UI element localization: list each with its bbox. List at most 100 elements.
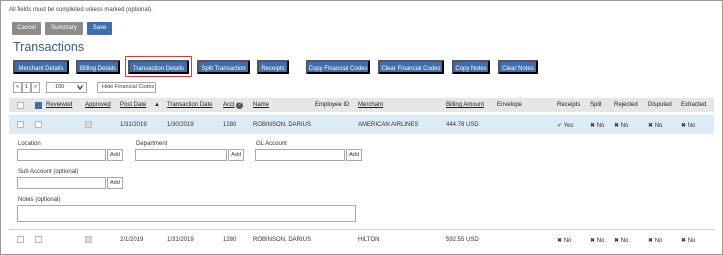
merchant-cell: HILTON (358, 237, 380, 243)
row-approved-checkbox (85, 121, 92, 128)
x-icon: ✖ (648, 123, 654, 129)
department-add-button[interactable]: Add (228, 149, 244, 161)
active-tab-highlight (125, 56, 192, 77)
column-merchant[interactable]: Merchant (358, 102, 383, 108)
acct-cell: 1280 (223, 122, 237, 128)
merchant-cell: AMERICAN AIRLINES (358, 122, 419, 128)
name-cell: ROBINSON, DARIUS (253, 122, 312, 128)
summary-button[interactable]: Summary (45, 22, 83, 35)
split-value: No (596, 238, 605, 244)
sub-account-input[interactable] (17, 177, 106, 189)
save-button[interactable]: Save (87, 22, 112, 35)
help-icon[interactable]: ? (236, 102, 243, 109)
x-icon: ✖ (681, 238, 687, 244)
receipts-cell: ✖ No (557, 237, 571, 244)
x-icon: ✖ (648, 238, 654, 244)
department-input[interactable] (135, 149, 227, 161)
column-post-date[interactable]: Post Date (120, 102, 146, 108)
row-select-checkbox[interactable] (17, 121, 24, 128)
acct-cell: 1280 (223, 237, 237, 243)
pager-next-button[interactable]: > (31, 82, 40, 93)
transaction-date-cell: 1/31/2019 (167, 237, 194, 243)
rejected-cell: ✖ No (614, 122, 628, 129)
disputed-value: No (654, 238, 663, 244)
chevron-down-icon (77, 85, 83, 90)
notes-textarea[interactable] (17, 205, 356, 222)
gl-account-input[interactable] (255, 149, 345, 161)
required-fields-notice: All fields must be completed unless mark… (9, 7, 153, 13)
tab-copy-notes[interactable]: Copy Notes (452, 60, 490, 74)
checkmark-icon: ✔ (557, 123, 563, 129)
cancel-button[interactable]: Cancel (12, 22, 41, 35)
x-icon: ✖ (590, 238, 596, 244)
column-rejected: Rejected (614, 102, 638, 108)
page-size-value: 100 (55, 84, 65, 90)
split-value: No (596, 123, 605, 129)
tab-split-transaction[interactable]: Split Transaction (197, 60, 250, 74)
location-label: Location (18, 141, 41, 147)
transactions-panel: All fields must be completed unless mark… (0, 0, 723, 255)
x-icon: ✖ (614, 238, 620, 244)
gl-account-add-button[interactable]: Add (346, 149, 362, 161)
page-title: Transactions (13, 40, 85, 54)
column-envelope: Envelope (497, 102, 523, 108)
row-divider (9, 229, 714, 230)
extracted-value: No (687, 123, 696, 129)
split-cell: ✖ No (590, 122, 604, 129)
reviewed-all-checkbox[interactable] (35, 102, 42, 109)
column-receipts: Receipts (557, 102, 581, 108)
tab-clear-financial-codes[interactable]: Clear Financial Codes (378, 60, 444, 74)
tab-copy-financial-codes[interactable]: Copy Financial Codes (306, 60, 370, 74)
tab-clear-notes[interactable]: Clear Notes (498, 60, 538, 74)
sub-account-label: Sub Account (optional) (18, 169, 79, 175)
rejected-value: No (620, 123, 629, 129)
column-acct[interactable]: Acct (223, 102, 235, 108)
pager-prev-button[interactable]: < (13, 82, 22, 93)
column-approved[interactable]: Approved (85, 102, 111, 108)
extracted-value: No (687, 238, 696, 244)
receipts-value: Yes (563, 123, 574, 129)
x-icon: ✖ (614, 123, 620, 129)
page-size-select[interactable]: 100 (46, 82, 87, 93)
pager-page-number[interactable]: 1 (22, 82, 31, 93)
extracted-cell: ✖ No (681, 237, 695, 244)
receipts-cell: ✔ Yes (557, 122, 573, 129)
location-input[interactable] (17, 149, 106, 161)
column-extracted: Extracted (681, 102, 707, 108)
tab-billing-details[interactable]: Billing Details (76, 60, 120, 74)
rejected-value: No (620, 238, 629, 244)
tab-receipts[interactable]: Receipts (257, 60, 289, 74)
billing-amount-cell: 444.78 USD (446, 122, 479, 128)
location-add-button[interactable]: Add (107, 149, 123, 161)
select-all-checkbox[interactable] (17, 102, 24, 109)
sort-ascending-icon: ▲ (154, 102, 160, 108)
column-split: Split (590, 102, 602, 108)
gl-account-label: GL Account (256, 141, 287, 147)
disputed-cell: ✖ No (648, 237, 662, 244)
row-select-checkbox[interactable] (17, 236, 24, 243)
column-name[interactable]: Name (253, 102, 269, 108)
post-date-cell: 1/31/2019 (120, 122, 147, 128)
department-label: Department (136, 141, 168, 147)
disputed-cell: ✖ No (648, 122, 662, 129)
extracted-cell: ✖ No (681, 122, 695, 129)
row-reviewed-checkbox[interactable] (35, 121, 42, 128)
row-reviewed-checkbox[interactable] (35, 236, 42, 243)
row-approved-checkbox (85, 236, 92, 243)
hide-financial-codes-button[interactable]: Hide Financial Codes (97, 82, 156, 93)
x-icon: ✖ (590, 123, 596, 129)
column-employee-id: Employee ID (315, 102, 350, 108)
post-date-cell: 2/1/2019 (120, 237, 144, 243)
receipts-value: No (563, 238, 572, 244)
column-billing-amount[interactable]: Billing Amount (446, 102, 484, 108)
column-reviewed[interactable]: Reviewed (46, 102, 72, 108)
billing-amount-cell: 592.55 USD (446, 237, 479, 243)
tab-merchant-details[interactable]: Merchant Details (13, 60, 69, 74)
name-cell: ROBINSON, DARIUS (253, 237, 312, 243)
sub-account-add-button[interactable]: Add (107, 177, 123, 189)
column-transaction-date[interactable]: Transaction Date (167, 102, 212, 108)
transaction-date-cell: 1/30/2019 (167, 122, 194, 128)
notes-label: Notes (optional) (18, 197, 61, 203)
column-disputed: Disputed (648, 102, 672, 108)
split-cell: ✖ No (590, 237, 604, 244)
